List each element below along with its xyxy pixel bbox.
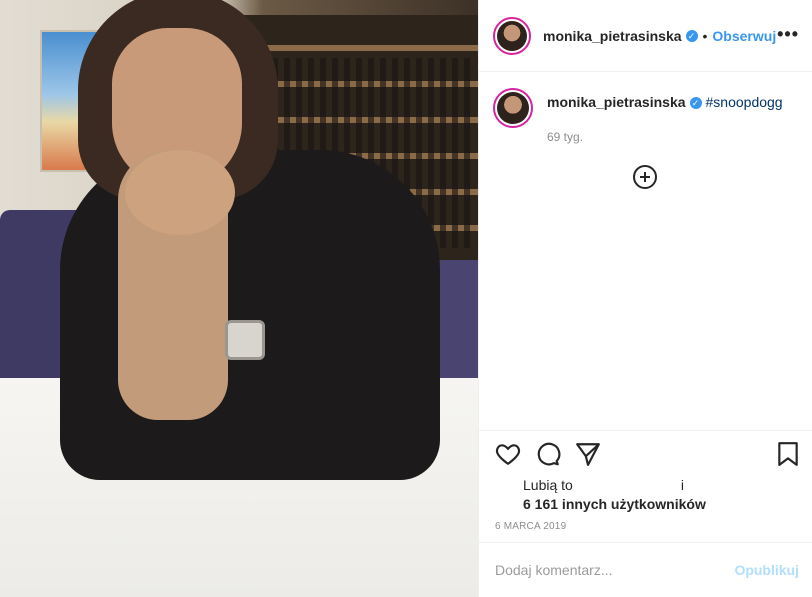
post-date: 6 MARCA 2019 — [495, 521, 567, 532]
post-header: monika_pietrasinska ✓ • Obserwuj ••• — [479, 0, 812, 72]
author-avatar-image — [497, 20, 527, 51]
caption-hashtag[interactable]: #snoopdogg — [706, 94, 783, 110]
caption-avatar[interactable] — [493, 88, 533, 128]
author-avatar[interactable] — [493, 16, 531, 55]
post-actions — [479, 430, 812, 480]
post-side-panel: monika_pietrasinska ✓ • Obserwuj ••• mon… — [478, 0, 812, 597]
add-circle-icon[interactable] — [633, 165, 657, 189]
comment-icon[interactable] — [535, 441, 561, 467]
caption-body: monika_pietrasinska ✓ #snoopdogg 69 tyg. — [547, 94, 783, 144]
comment-input[interactable] — [495, 562, 735, 578]
post-time-ago: 69 tyg. — [547, 130, 584, 144]
caption-username[interactable]: monika_pietrasinska — [547, 94, 686, 110]
separator-dot: • — [702, 27, 708, 44]
heart-icon[interactable] — [495, 441, 521, 467]
publish-button[interactable]: Opublikuj — [734, 562, 799, 578]
photo-watch — [225, 320, 265, 360]
likes-suffix: i — [680, 477, 684, 493]
likes-summary: Lubią to i 6 161 innych użytkowników — [523, 476, 706, 514]
photo-sweater — [60, 150, 440, 480]
likes-count[interactable]: 6 161 innych użytkowników — [523, 495, 706, 514]
caption-line: monika_pietrasinska ✓ #snoopdogg — [547, 94, 783, 110]
caption-verified-badge-icon: ✓ — [689, 97, 702, 109]
comment-bar: Opublikuj — [479, 542, 812, 597]
post-photo — [0, 0, 478, 597]
author-username[interactable]: monika_pietrasinska — [543, 28, 682, 44]
bookmark-icon[interactable] — [775, 441, 801, 467]
verified-badge-icon: ✓ — [685, 29, 698, 42]
post-caption: monika_pietrasinska ✓ #snoopdogg 69 tyg. — [493, 88, 783, 144]
share-icon[interactable] — [575, 441, 601, 467]
photo-dog-head — [125, 150, 235, 235]
follow-button[interactable]: Obserwuj — [712, 28, 776, 44]
caption-avatar-image — [497, 92, 529, 124]
likes-prefix: Lubią to — [523, 477, 573, 493]
more-options-icon[interactable]: ••• — [777, 24, 799, 45]
